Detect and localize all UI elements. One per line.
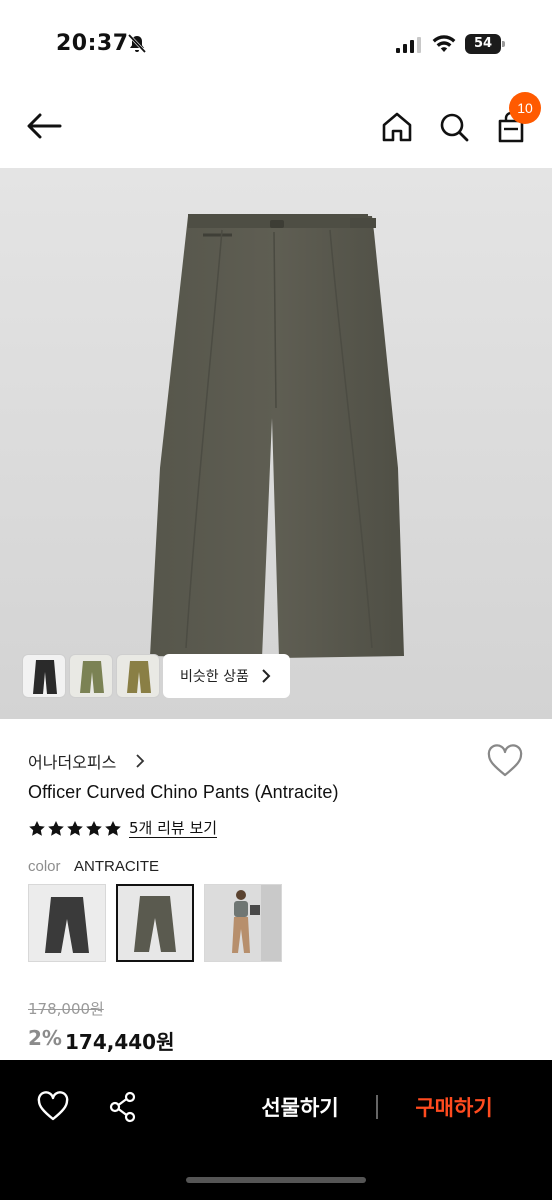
- star-icon: [86, 821, 102, 836]
- chevron-right-icon: [136, 754, 145, 768]
- heart-icon: [37, 1091, 69, 1121]
- top-navigation: [0, 90, 552, 168]
- heart-icon: [487, 744, 523, 777]
- search-button[interactable]: [437, 110, 471, 144]
- action-divider: [376, 1095, 378, 1119]
- similar-products-button[interactable]: 비슷한 상품: [163, 654, 290, 698]
- swatch-image: [205, 885, 281, 961]
- star-icon: [105, 821, 121, 836]
- thumbnail-olive-pants: [80, 661, 104, 693]
- cart-count-badge: 10: [509, 92, 541, 124]
- similar-products-label: 비슷한 상품: [180, 669, 249, 685]
- brand-link[interactable]: 어나더오피스: [28, 749, 116, 773]
- wifi-icon: [432, 35, 456, 52]
- share-button[interactable]: [106, 1090, 140, 1124]
- gift-button[interactable]: 선물하기: [240, 1088, 360, 1126]
- battery-cap: [502, 41, 505, 47]
- bottom-action-bar: 선물하기 구매하기: [0, 1060, 552, 1200]
- gallery-thumbnail[interactable]: [116, 654, 160, 698]
- gallery-thumbnail[interactable]: [22, 654, 66, 698]
- bell-muted-icon: [127, 33, 147, 54]
- home-indicator: [186, 1177, 366, 1183]
- battery-level: 54: [465, 34, 501, 54]
- star-icon: [67, 821, 83, 836]
- reviews-link[interactable]: 5개 리뷰 보기: [129, 819, 218, 838]
- back-button[interactable]: [24, 110, 64, 142]
- gallery-thumbnail[interactable]: [69, 654, 113, 698]
- status-time: 20:37: [56, 31, 129, 56]
- thumbnail-black-pants: [33, 660, 57, 694]
- wishlist-button[interactable]: [486, 744, 524, 780]
- swatch-image: [29, 885, 105, 961]
- chevron-right-icon: [262, 669, 271, 683]
- buy-button[interactable]: 구매하기: [394, 1088, 514, 1126]
- color-option-black[interactable]: [28, 884, 106, 962]
- swatch-image: [118, 886, 192, 960]
- share-icon: [109, 1091, 136, 1123]
- home-button[interactable]: [380, 110, 414, 144]
- color-option-model[interactable]: [204, 884, 282, 962]
- signal-icon: [396, 37, 421, 53]
- product-title: Officer Curved Chino Pants (Antracite): [28, 782, 339, 802]
- product-image-gallery[interactable]: 비슷한 상품: [0, 168, 552, 719]
- discount-rate: 2%: [28, 1026, 62, 1050]
- star-icon: [48, 821, 64, 836]
- product-photo-pants: [150, 214, 404, 658]
- sale-price: 174,440원: [65, 1030, 175, 1054]
- back-arrow-icon: [27, 113, 62, 139]
- status-bar: 20:37 54: [0, 0, 552, 90]
- home-icon: [382, 112, 412, 142]
- battery-icon: 54: [465, 34, 505, 54]
- color-option-antracite[interactable]: [116, 884, 194, 962]
- original-price: 178,000원: [28, 1000, 104, 1018]
- bottom-wishlist-button[interactable]: [36, 1091, 70, 1123]
- thumbnail-khaki-pants: [127, 661, 151, 693]
- color-value: ANTRACITE: [74, 858, 160, 875]
- rating-stars: [29, 821, 121, 836]
- color-label: color: [28, 858, 61, 875]
- star-icon: [29, 821, 45, 836]
- search-icon: [440, 113, 469, 142]
